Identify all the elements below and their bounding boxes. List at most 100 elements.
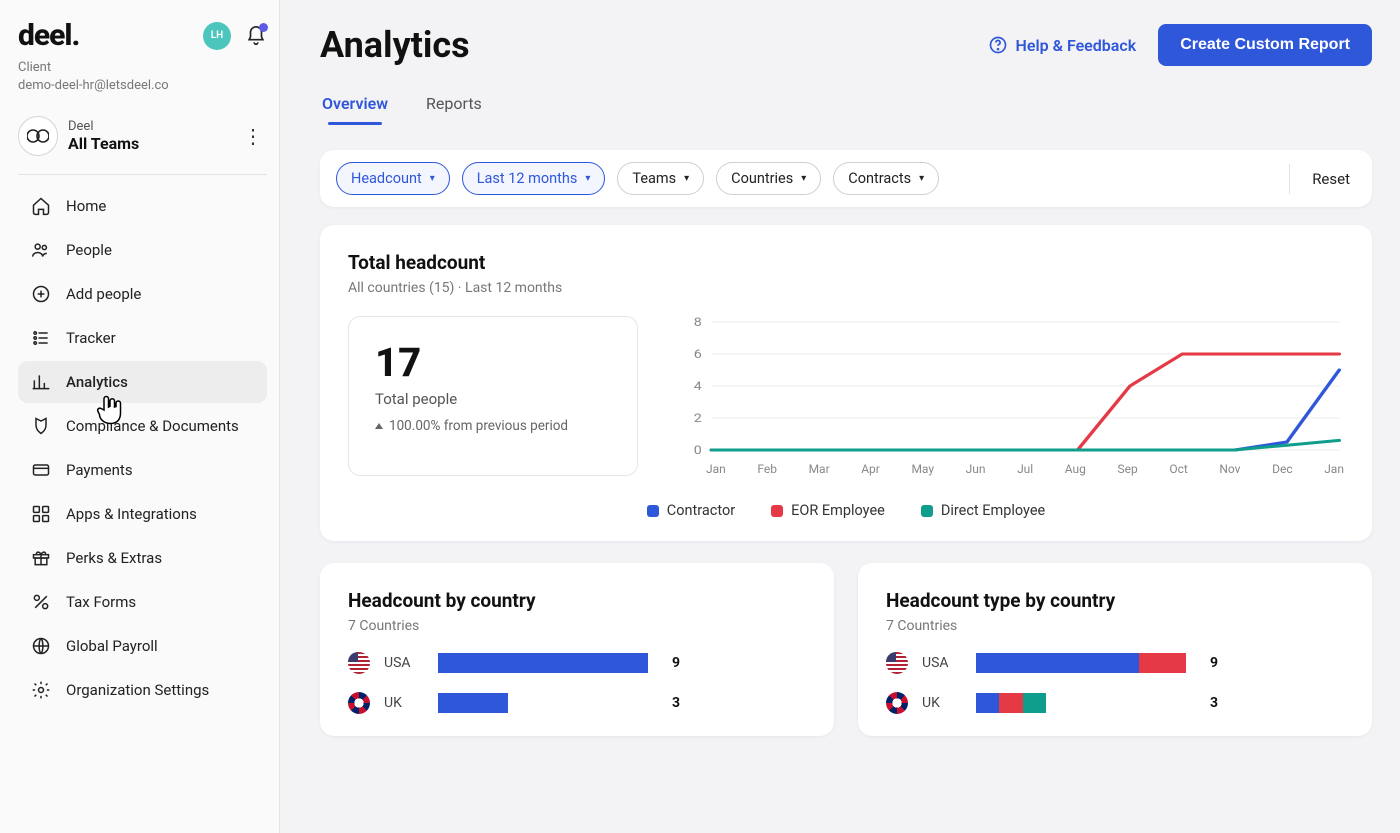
brand-logo: deel. (18, 18, 79, 53)
sidebar-item-apps[interactable]: Apps & Integrations (18, 493, 267, 535)
main-content: Analytics Help & Feedback Create Custom … (280, 0, 1400, 833)
create-custom-report-button[interactable]: Create Custom Report (1158, 24, 1372, 66)
analytics-icon (30, 371, 52, 393)
flag-uk-icon (886, 692, 908, 714)
svg-text:0: 0 (694, 444, 702, 458)
sidebar-item-label: Analytics (66, 373, 128, 391)
chevron-down-icon: ▾ (801, 173, 806, 184)
page-title: Analytics (320, 24, 470, 66)
perks-icon (30, 547, 52, 569)
sidebar-item-orgsettings[interactable]: Organization Settings (18, 669, 267, 711)
bar-track (438, 693, 648, 713)
tab-overview[interactable]: Overview (320, 84, 390, 131)
filter-chip-label: Last 12 months (477, 170, 578, 187)
payments-icon (30, 459, 52, 481)
client-meta: Client demo-deel-hr@letsdeel.co (18, 59, 267, 94)
reset-filters-button[interactable]: Reset (1289, 164, 1356, 194)
gpayroll-icon (30, 635, 52, 657)
sidebar-item-compliance[interactable]: Compliance & Documents (18, 405, 267, 447)
sidebar-item-label: Apps & Integrations (66, 505, 197, 523)
card-title: Headcount by country (348, 589, 806, 612)
org-menu-button[interactable]: ⋮ (239, 120, 267, 152)
flag-uk-icon (348, 692, 370, 714)
stat-label: Total people (375, 390, 611, 408)
sidebar: deel. LH Client demo-deel-hr@letsdeel.co… (0, 0, 280, 833)
help-feedback-label: Help & Feedback (1016, 36, 1137, 55)
sidebar-item-add-people[interactable]: Add people (18, 273, 267, 315)
tabs: Overview Reports (320, 84, 1372, 132)
filter-chip-months[interactable]: Last 12 months▾ (462, 162, 606, 195)
sidebar-item-tracker[interactable]: Tracker (18, 317, 267, 359)
card-title: Total headcount (348, 251, 1344, 274)
bar-track (438, 653, 648, 673)
home-icon (30, 195, 52, 217)
legend-swatch-icon (771, 505, 783, 517)
sidebar-item-people[interactable]: People (18, 229, 267, 271)
country-value: 9 (1210, 655, 1218, 671)
org-logo-icon[interactable] (18, 116, 58, 156)
svg-text:8: 8 (694, 316, 702, 330)
arrow-up-icon (375, 423, 383, 429)
bar-track (976, 693, 1186, 713)
headcount-by-country-card: Headcount by country 7 Countries USA 9 U… (320, 563, 834, 736)
total-headcount-card: Total headcount All countries (15) · Las… (320, 225, 1372, 541)
bar-segment (438, 693, 508, 713)
svg-text:2: 2 (694, 412, 702, 426)
sidebar-item-perks[interactable]: Perks & Extras (18, 537, 267, 579)
filter-chip-label: Contracts (848, 170, 911, 187)
chevron-down-icon: ▾ (919, 173, 924, 184)
people-icon (30, 239, 52, 261)
filter-chip-contracts[interactable]: Contracts ▾ (833, 162, 939, 195)
filter-chip-label: Headcount (351, 170, 422, 187)
help-feedback-link[interactable]: Help & Feedback (988, 35, 1137, 55)
divider (18, 174, 267, 175)
filter-bar: Headcount▾Last 12 months▾Teams▾Countries… (320, 150, 1372, 207)
sidebar-item-label: Compliance & Documents (66, 417, 239, 435)
country-value: 3 (672, 695, 680, 711)
country-name: USA (384, 655, 424, 671)
x-axis-label: Nov (1219, 462, 1240, 476)
legend-item: Direct Employee (921, 502, 1045, 519)
country-row: USA 9 (348, 652, 806, 674)
filter-chip-teams[interactable]: Teams ▾ (617, 162, 704, 195)
legend-item: Contractor (647, 502, 735, 519)
country-name: UK (922, 695, 962, 711)
team-name: All Teams (68, 134, 139, 153)
headcount-chart: 02468 JanFebMarAprMayJunJulAugSepOctNovD… (678, 316, 1344, 476)
bar-segment (1139, 653, 1186, 673)
tax-icon (30, 591, 52, 613)
avatar[interactable]: LH (203, 22, 231, 50)
country-row: USA 9 (886, 652, 1344, 674)
client-email: demo-deel-hr@letsdeel.co (18, 77, 267, 95)
headcount-type-by-country-card: Headcount type by country 7 Countries US… (858, 563, 1372, 736)
notifications-icon[interactable] (245, 25, 267, 47)
x-axis-label: Dec (1272, 462, 1293, 476)
orgsettings-icon (30, 679, 52, 701)
filter-chip-countries[interactable]: Countries▾ (716, 162, 821, 195)
bar-segment (999, 693, 1022, 713)
svg-text:6: 6 (694, 348, 702, 362)
chevron-down-icon: ▾ (430, 173, 435, 184)
country-value: 9 (672, 655, 680, 671)
legend-item: EOR Employee (771, 502, 885, 519)
org-name: Deel (68, 119, 139, 134)
add-people-icon (30, 283, 52, 305)
country-row: UK 3 (886, 692, 1344, 714)
sidebar-item-payments[interactable]: Payments (18, 449, 267, 491)
sidebar-nav: Home PeopleAdd people Tracker Analytics Comp… (18, 185, 267, 711)
sidebar-item-label: Tracker (66, 329, 116, 347)
tab-reports[interactable]: Reports (424, 84, 484, 131)
filter-chip-label: Teams (632, 170, 676, 187)
card-subtitle: 7 Countries (348, 618, 806, 634)
country-name: UK (384, 695, 424, 711)
sidebar-item-tax[interactable]: Tax Forms (18, 581, 267, 623)
country-name: USA (922, 655, 962, 671)
sidebar-item-home[interactable]: Home (18, 185, 267, 227)
chevron-down-icon: ▾ (684, 173, 689, 184)
bar-segment (1023, 693, 1046, 713)
filter-chip-headcount[interactable]: Headcount ▾ (336, 162, 450, 195)
sidebar-item-analytics[interactable]: Analytics (18, 361, 267, 403)
sidebar-item-gpayroll[interactable]: Global Payroll (18, 625, 267, 667)
country-value: 3 (1210, 695, 1218, 711)
sidebar-item-label: Home (66, 197, 106, 215)
